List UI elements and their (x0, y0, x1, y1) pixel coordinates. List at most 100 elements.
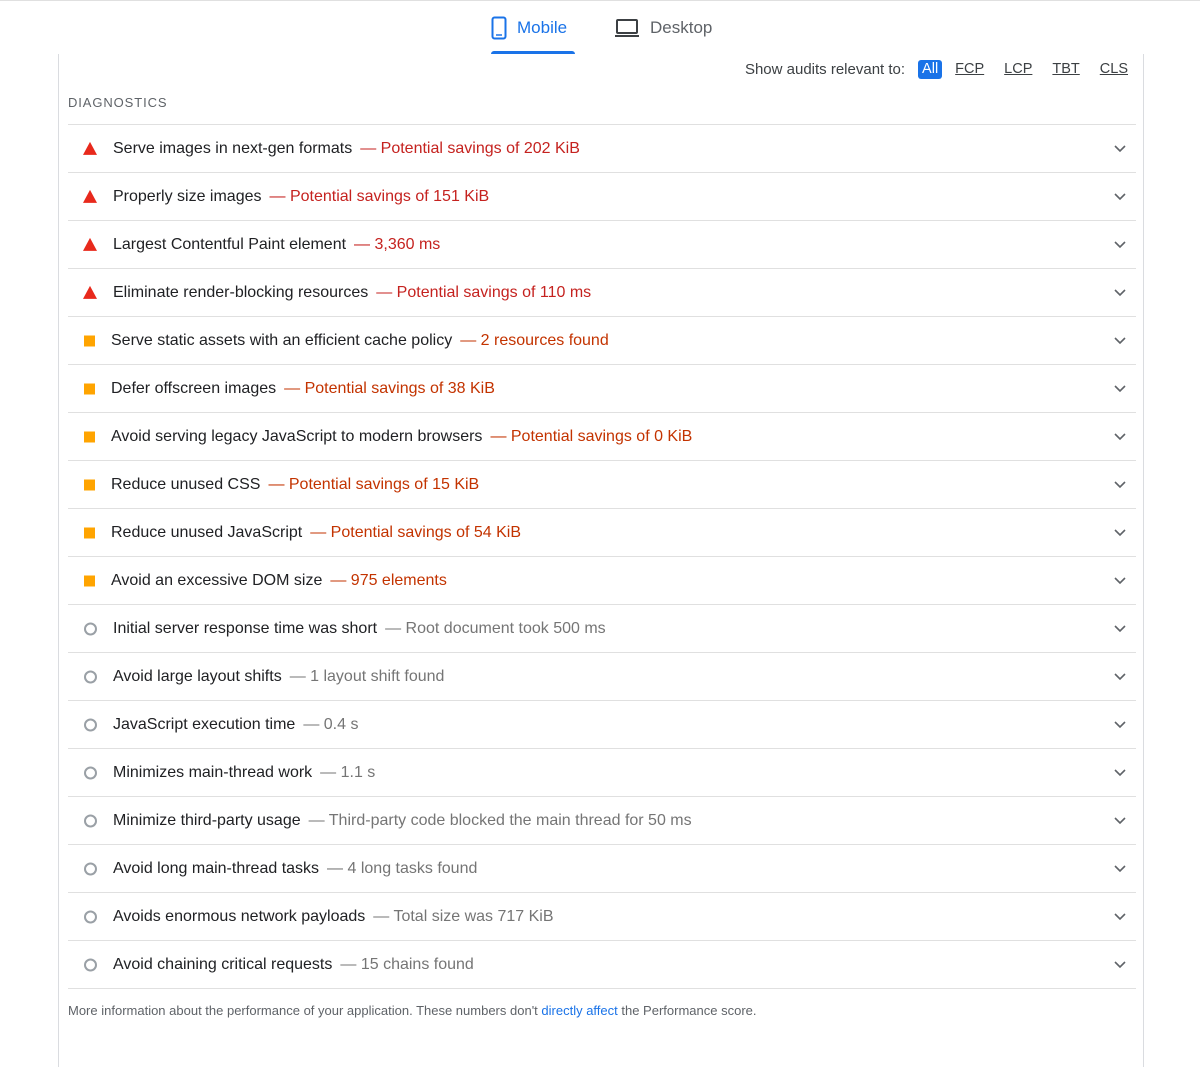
tab-mobile[interactable]: Mobile (491, 0, 575, 56)
laptop-icon (614, 18, 640, 38)
audit-row[interactable]: Largest Contentful Paint element — 3,360 … (68, 221, 1136, 269)
audit-title-text: Largest Contentful Paint element (113, 235, 347, 253)
chevron-down-icon[interactable] (1114, 624, 1126, 633)
audit-title: Properly size images — Potential savings … (113, 188, 489, 206)
filter-cls-button[interactable]: CLS (1097, 60, 1131, 79)
audit-row[interactable]: Minimize third-party usage — Third-party … (68, 797, 1136, 845)
fail-triangle-icon (83, 141, 97, 155)
audit-title: Avoid serving legacy JavaScript to moder… (111, 428, 692, 446)
audit-display-value: — Potential savings of 0 KiB (490, 427, 693, 445)
footer-note: More information about the performance o… (68, 1003, 757, 1018)
info-circle-icon (84, 670, 97, 683)
audit-display-value: — 4 long tasks found (327, 859, 478, 877)
audit-title-text: Defer offscreen images (111, 379, 277, 397)
chevron-down-icon[interactable] (1114, 480, 1126, 489)
audit-display-value: — Root document took 500 ms (385, 619, 606, 637)
audit-display-value: — Total size was 717 KiB (373, 907, 554, 925)
average-square-icon (84, 431, 95, 442)
audit-title: Serve static assets with an efficient ca… (111, 332, 609, 350)
audit-title: Serve images in next-gen formats — Potent… (113, 140, 580, 158)
footer-text-before: More information about the performance o… (68, 1003, 542, 1018)
audit-title: Avoid chaining critical requests — 15 cha… (113, 956, 474, 974)
audit-row[interactable]: Avoids enormous network payloads — Total … (68, 893, 1136, 941)
audit-title: Avoids enormous network payloads — Total … (113, 908, 554, 926)
tab-mobile-label: Mobile (517, 18, 568, 37)
audit-title-text: JavaScript execution time (113, 715, 296, 733)
audit-row[interactable]: Defer offscreen images — Potential saving… (68, 365, 1136, 413)
tab-desktop-label: Desktop (650, 18, 713, 37)
audit-title: Eliminate render-blocking resources — Pot… (113, 284, 591, 302)
chevron-down-icon[interactable] (1114, 336, 1126, 345)
audit-title-text: Reduce unused CSS (111, 475, 261, 493)
audit-display-value: — 2 resources found (460, 331, 609, 349)
audit-row[interactable]: Initial server response time was short — … (68, 605, 1136, 653)
audit-display-value: — 15 chains found (340, 955, 474, 973)
chevron-down-icon[interactable] (1114, 864, 1126, 873)
filter-lcp-button[interactable]: LCP (1001, 60, 1035, 79)
chevron-down-icon[interactable] (1114, 528, 1126, 537)
chevron-down-icon[interactable] (1114, 768, 1126, 777)
device-tabs: Mobile Desktop (0, 0, 1200, 56)
audit-row[interactable]: Avoid long main-thread tasks — 4 long tas… (68, 845, 1136, 893)
audit-row[interactable]: Serve images in next-gen formats — Potent… (68, 125, 1136, 173)
chevron-down-icon[interactable] (1114, 432, 1126, 441)
chevron-down-icon[interactable] (1114, 192, 1126, 201)
directly-affect-link[interactable]: directly affect (541, 1003, 617, 1018)
filter-tbt-button[interactable]: TBT (1049, 60, 1082, 79)
chevron-down-icon[interactable] (1114, 720, 1126, 729)
audit-row[interactable]: Avoid an excessive DOM size — 975 element… (68, 557, 1136, 605)
chevron-down-icon[interactable] (1114, 576, 1126, 585)
chevron-down-icon[interactable] (1114, 816, 1126, 825)
pagespeed-report: Mobile Desktop Show audits relevant to: … (0, 0, 1200, 1067)
audit-title: Avoid long main-thread tasks — 4 long tas… (113, 860, 477, 878)
audit-title: Initial server response time was short — … (113, 620, 606, 638)
average-square-icon (84, 527, 95, 538)
chevron-down-icon[interactable] (1114, 912, 1126, 921)
tab-desktop[interactable]: Desktop (614, 0, 724, 56)
audit-title: Avoid an excessive DOM size — 975 element… (111, 572, 447, 590)
audit-display-value: — 975 elements (330, 571, 447, 589)
audit-title-text: Avoid an excessive DOM size (111, 571, 323, 589)
audit-title-text: Minimizes main-thread work (113, 763, 313, 781)
audit-display-value: — Third-party code blocked the main thre… (308, 811, 692, 829)
audit-title: JavaScript execution time — 0.4 s (113, 716, 358, 734)
audit-row[interactable]: Properly size images — Potential savings … (68, 173, 1136, 221)
filter-label: Show audits relevant to: (744, 60, 906, 78)
section-title: DIAGNOSTICS (68, 95, 168, 110)
audit-title-text: Avoid large layout shifts (113, 667, 282, 685)
chevron-down-icon[interactable] (1114, 384, 1126, 393)
audit-display-value: — 1 layout shift found (289, 667, 445, 685)
chevron-down-icon[interactable] (1114, 672, 1126, 681)
audit-row[interactable]: Reduce unused CSS — Potential savings of … (68, 461, 1136, 509)
audit-row[interactable]: Serve static assets with an efficient ca… (68, 317, 1136, 365)
audit-row[interactable]: Reduce unused JavaScript — Potential savi… (68, 509, 1136, 557)
filter-all-button[interactable]: All (918, 59, 943, 79)
chevron-down-icon[interactable] (1114, 288, 1126, 297)
audit-display-value: — Potential savings of 202 KiB (360, 139, 580, 157)
audit-display-value: — 0.4 s (303, 715, 359, 733)
audit-row[interactable]: JavaScript execution time — 0.4 s (68, 701, 1136, 749)
audit-display-value: — Potential savings of 38 KiB (284, 379, 495, 397)
audit-row[interactable]: Minimizes main-thread work — 1.1 s (68, 749, 1136, 797)
chevron-down-icon[interactable] (1114, 144, 1126, 153)
audit-display-value: — Potential savings of 54 KiB (310, 523, 522, 541)
filter-fcp-button[interactable]: FCP (952, 60, 987, 79)
audit-row[interactable]: Avoid serving legacy JavaScript to moder… (68, 413, 1136, 461)
info-circle-icon (84, 958, 97, 971)
audit-row[interactable]: Avoid large layout shifts — 1 layout shif… (68, 653, 1136, 701)
audit-row[interactable]: Eliminate render-blocking resources — Pot… (68, 269, 1136, 317)
info-circle-icon (84, 622, 97, 635)
audit-list: Serve images in next-gen formats — Potent… (68, 124, 1136, 989)
chevron-down-icon[interactable] (1114, 960, 1126, 969)
audit-display-value: — Potential savings of 15 KiB (268, 475, 480, 493)
audit-row[interactable]: Avoid chaining critical requests — 15 cha… (68, 941, 1136, 989)
audit-title-text: Avoid long main-thread tasks (113, 859, 320, 877)
chevron-down-icon[interactable] (1114, 240, 1126, 249)
audit-title-text: Serve static assets with an efficient ca… (111, 331, 453, 349)
audit-title-text: Serve images in next-gen formats (113, 139, 353, 157)
audit-display-value: — 1.1 s (320, 763, 376, 781)
info-circle-icon (84, 814, 97, 827)
audit-title-text: Avoid serving legacy JavaScript to moder… (111, 427, 483, 445)
info-circle-icon (84, 766, 97, 779)
fail-triangle-icon (83, 285, 97, 299)
